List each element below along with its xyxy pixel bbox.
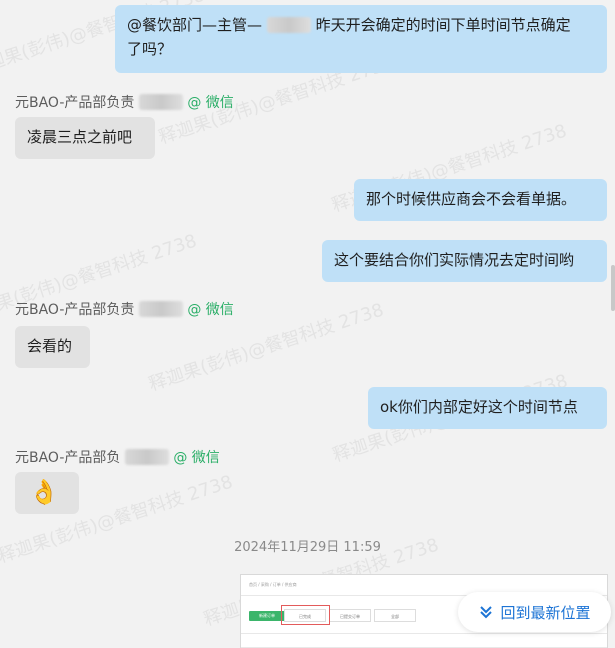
thumbnail-new-order-button: 新建订单: [249, 611, 285, 621]
sender-name-3: 元BAO-产品部负 @ 微信: [15, 447, 220, 467]
scrollbar[interactable]: [611, 265, 615, 311]
redacted-name-blur: [266, 17, 311, 33]
thumbnail-tab-all: 全部: [374, 609, 416, 622]
sender-name-1: 元BAO-产品部负责 @ 微信: [15, 92, 234, 112]
wechat-tag-2: @ 微信: [187, 302, 234, 318]
message-incoming-2[interactable]: 会看的: [15, 326, 90, 368]
double-chevron-down-icon: [478, 604, 494, 620]
chat-window: 释迦果(彭伟)@餐智科技 2738 释迦果(彭伟)@餐智科技 2738 释迦果(…: [0, 0, 615, 648]
sender-prefix-3: 元BAO-产品部负: [15, 450, 121, 466]
wechat-tag-3: @ 微信: [173, 450, 220, 466]
message-outgoing-2[interactable]: 那个时候供应商会不会看单据。: [354, 179, 607, 221]
redacted-sender-blur-2: [138, 301, 183, 317]
message-incoming-1[interactable]: 凌晨三点之前吧: [15, 117, 155, 159]
thumbnail-tab-submitted: 已提交订单: [329, 609, 371, 622]
message-outgoing-2-text: 那个时候供应商会不会看单据。: [366, 190, 577, 208]
message-incoming-2-text: 会看的: [27, 337, 73, 355]
ok-hand-emoji-icon: 👌: [29, 478, 59, 506]
message-incoming-1-text: 凌晨三点之前吧: [27, 128, 133, 146]
message-outgoing-4[interactable]: ok你们内部定好这个时间节点: [368, 387, 607, 429]
message-outgoing-4-text: ok你们内部定好这个时间节点: [380, 398, 578, 416]
message-outgoing-1-tail: 昨天开会确定的时间下单时间节点确定: [315, 16, 571, 34]
wechat-tag-1: @ 微信: [187, 95, 234, 111]
thumbnail-breadcrumb: 首页 / 采购 / 订单 / 供应商: [249, 582, 297, 587]
message-outgoing-1[interactable]: @餐饮部门—主管— 昨天开会确定的时间下单时间节点确定 了吗？: [115, 5, 607, 73]
sender-prefix-2: 元BAO-产品部负责: [15, 302, 135, 318]
sender-prefix-1: 元BAO-产品部负责: [15, 95, 135, 111]
thumbnail-divider-2: [241, 633, 607, 634]
back-to-latest-label: 回到最新位置: [500, 603, 591, 622]
message-outgoing-3-text: 这个要结合你们实际情况去定时间哟: [334, 251, 575, 269]
message-outgoing-3[interactable]: 这个要结合你们实际情况去定时间哟: [322, 240, 607, 282]
thumbnail-highlight-box: [281, 605, 330, 625]
message-outgoing-1-line-2: 了吗？: [127, 40, 173, 58]
message-outgoing-1-prefix: @餐饮部门—主管—: [127, 16, 263, 34]
message-incoming-emoji[interactable]: 👌: [15, 472, 79, 514]
sender-name-2: 元BAO-产品部负责 @ 微信: [15, 299, 234, 319]
back-to-latest-button[interactable]: 回到最新位置: [458, 592, 611, 632]
message-timestamp: 2024年11月29日 11:59: [234, 540, 381, 555]
redacted-sender-blur-1: [138, 94, 183, 110]
redacted-sender-blur-3: [124, 449, 169, 465]
